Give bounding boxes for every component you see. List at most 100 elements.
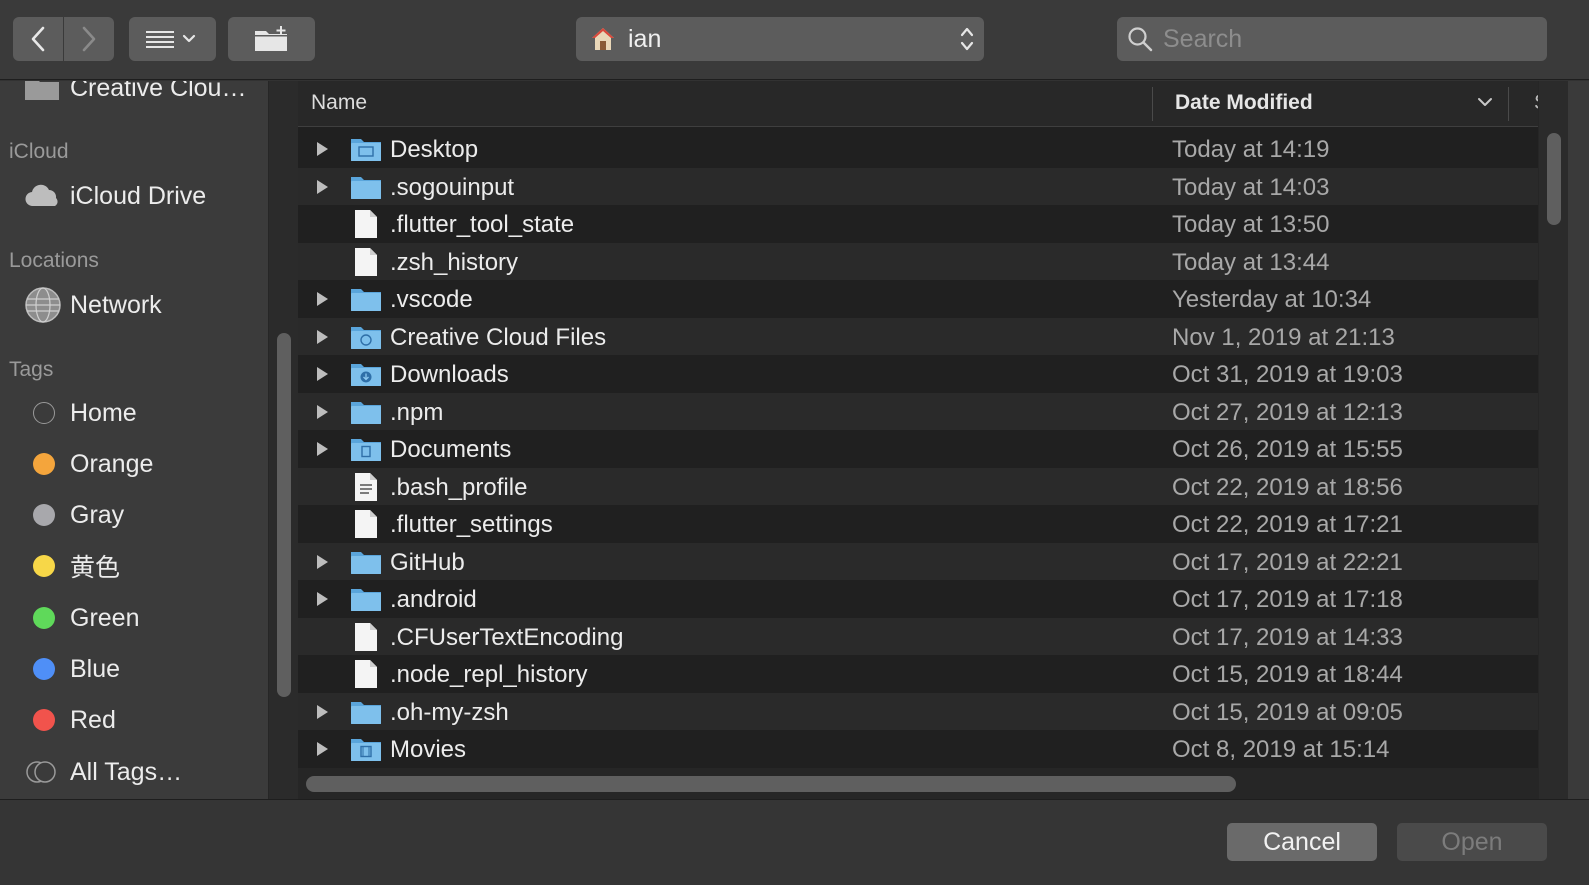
file-date-modified: Oct 17, 2019 at 22:21 xyxy=(1172,548,1403,576)
table-row[interactable]: GitHub Oct 17, 2019 at 22:21 xyxy=(298,542,1538,580)
table-row[interactable]: .vscode Yesterday at 10:34 xyxy=(298,280,1538,318)
sidebar: Creative Clou… iCloud iCloud Drive Locat… xyxy=(0,81,268,799)
folder-icon xyxy=(24,81,64,101)
sidebar-tag-home[interactable]: Home xyxy=(24,391,137,435)
new-folder-button[interactable] xyxy=(228,17,315,61)
folder-icon xyxy=(350,547,382,577)
table-row[interactable]: Downloads Oct 31, 2019 at 19:03 xyxy=(298,355,1538,393)
sidebar-item-network[interactable]: Network xyxy=(24,283,162,327)
file-date-modified: Oct 17, 2019 at 17:18 xyxy=(1172,586,1403,613)
file-date-modified: Today at 13:44 xyxy=(1172,248,1330,276)
sidebar-tag-orange[interactable]: Orange xyxy=(24,442,153,486)
chevron-right-icon xyxy=(82,26,96,52)
file-name: Movies xyxy=(390,736,467,763)
forward-button[interactable] xyxy=(64,17,114,61)
sidebar-heading-icloud: iCloud xyxy=(9,140,69,163)
file-name: .bash_profile xyxy=(390,473,528,501)
table-row[interactable]: .flutter_tool_state Today at 13:50 xyxy=(298,205,1538,243)
table-row[interactable]: Creative Cloud Files Nov 1, 2019 at 21:13 xyxy=(298,317,1538,355)
sidebar-tag-green[interactable]: Green xyxy=(24,596,139,640)
disclosure-triangle-icon[interactable] xyxy=(314,704,330,720)
disclosure-triangle-icon[interactable] xyxy=(314,329,330,345)
file-name: .oh-my-zsh xyxy=(390,698,509,726)
sidebar-item-label: All Tags… xyxy=(70,757,183,786)
table-row[interactable]: .sogouinput Today at 14:03 xyxy=(298,167,1538,205)
sidebar-tag-blue[interactable]: Blue xyxy=(24,647,120,691)
horizontal-scrollbar-thumb[interactable] xyxy=(306,776,1236,792)
sidebar-scrollbar-thumb[interactable] xyxy=(277,333,291,697)
sidebar-tag-yellow[interactable]: 黄色 xyxy=(24,544,120,588)
table-row[interactable]: .oh-my-zsh Oct 15, 2019 at 09:05 xyxy=(298,692,1538,730)
disclosure-triangle-icon[interactable] xyxy=(314,554,330,570)
path-label: ian xyxy=(628,24,662,53)
table-row[interactable]: .bash_profile Oct 22, 2019 at 18:56 xyxy=(298,467,1538,505)
sidebar-tag-red[interactable]: Red xyxy=(24,698,116,742)
sidebar-item-label: 黄色 xyxy=(70,553,121,582)
tag-dot-icon xyxy=(33,709,55,731)
footer: Cancel Open xyxy=(0,799,1589,885)
downloads-folder-icon xyxy=(350,359,382,389)
file-date-modified: Today at 14:19 xyxy=(1172,136,1330,163)
view-options-button[interactable] xyxy=(129,17,216,61)
disclosure-triangle-icon[interactable] xyxy=(314,741,330,757)
document-icon xyxy=(350,247,382,277)
open-button[interactable]: Open xyxy=(1397,823,1547,861)
sidebar-item-label: Network xyxy=(70,290,162,319)
sidebar-scrollbar[interactable] xyxy=(268,81,298,799)
table-row[interactable]: Desktop Today at 14:19 xyxy=(298,130,1538,168)
sidebar-item-label: Orange xyxy=(70,449,154,478)
file-date-modified: Today at 14:03 xyxy=(1172,173,1330,201)
search-field[interactable] xyxy=(1117,17,1547,61)
cloud-icon xyxy=(24,183,64,209)
file-date-modified: Nov 1, 2019 at 21:13 xyxy=(1172,323,1395,351)
column-divider[interactable] xyxy=(1152,87,1153,121)
cc-folder-icon xyxy=(350,322,382,352)
table-row[interactable]: .flutter_settings Oct 22, 2019 at 17:21 xyxy=(298,505,1538,543)
disclosure-triangle-icon[interactable] xyxy=(314,291,330,307)
table-row[interactable]: .npm Oct 27, 2019 at 12:13 xyxy=(298,392,1538,430)
file-name: .sogouinput xyxy=(390,173,515,201)
home-icon xyxy=(592,28,614,50)
sidebar-item-creative-cloud[interactable]: Creative Clou… xyxy=(24,81,246,110)
disclosure-triangle-icon[interactable] xyxy=(314,179,330,195)
file-name: .CFUserTextEncoding xyxy=(390,623,624,651)
sidebar-item-icloud-drive[interactable]: iCloud Drive xyxy=(24,174,206,218)
disclosure-triangle-icon[interactable] xyxy=(314,404,330,420)
table-row[interactable]: .zsh_history Today at 13:44 xyxy=(298,242,1538,280)
sidebar-item-label: Creative Clou… xyxy=(70,81,247,102)
all-tags-icon xyxy=(24,759,64,785)
nav-buttons xyxy=(13,17,114,61)
column-divider[interactable] xyxy=(1508,87,1509,121)
vertical-scrollbar[interactable] xyxy=(1538,81,1568,799)
table-row[interactable]: .android Oct 17, 2019 at 17:18 xyxy=(298,580,1538,618)
disclosure-triangle-icon[interactable] xyxy=(314,366,330,382)
tag-dot-icon xyxy=(33,555,55,577)
sidebar-tag-all[interactable]: All Tags… xyxy=(24,750,182,794)
search-input[interactable] xyxy=(1163,24,1533,54)
column-name-header[interactable]: Name xyxy=(311,91,367,115)
file-name: Documents xyxy=(390,436,512,463)
vertical-scrollbar-thumb[interactable] xyxy=(1547,133,1561,225)
document-icon xyxy=(350,509,382,539)
disclosure-triangle-icon[interactable] xyxy=(314,591,330,607)
sort-chevron-down-icon xyxy=(1478,98,1492,106)
table-row[interactable]: .node_repl_history Oct 15, 2019 at 18:44 xyxy=(298,655,1538,693)
column-date-header[interactable]: Date Modified xyxy=(1175,91,1313,115)
path-popup[interactable]: ian xyxy=(576,17,984,61)
back-button[interactable] xyxy=(13,17,63,61)
horizontal-scrollbar[interactable] xyxy=(298,768,1538,799)
disclosure-triangle-icon[interactable] xyxy=(314,441,330,457)
sidebar-tag-gray[interactable]: Gray xyxy=(24,493,124,537)
cancel-button[interactable]: Cancel xyxy=(1227,823,1377,861)
file-name: .npm xyxy=(390,398,444,426)
file-date-modified: Oct 27, 2019 at 12:13 xyxy=(1172,398,1403,426)
text-document-icon xyxy=(350,472,382,502)
table-row[interactable]: Movies Oct 8, 2019 at 15:14 xyxy=(298,730,1538,768)
file-name: GitHub xyxy=(390,548,465,576)
table-row[interactable]: Documents Oct 26, 2019 at 15:55 xyxy=(298,430,1538,468)
tag-dot-icon xyxy=(33,504,55,526)
table-row[interactable]: .CFUserTextEncoding Oct 17, 2019 at 14:33 xyxy=(298,617,1538,655)
disclosure-triangle-icon[interactable] xyxy=(314,141,330,157)
file-name: Desktop xyxy=(390,136,479,163)
sidebar-item-label: Gray xyxy=(70,500,125,529)
